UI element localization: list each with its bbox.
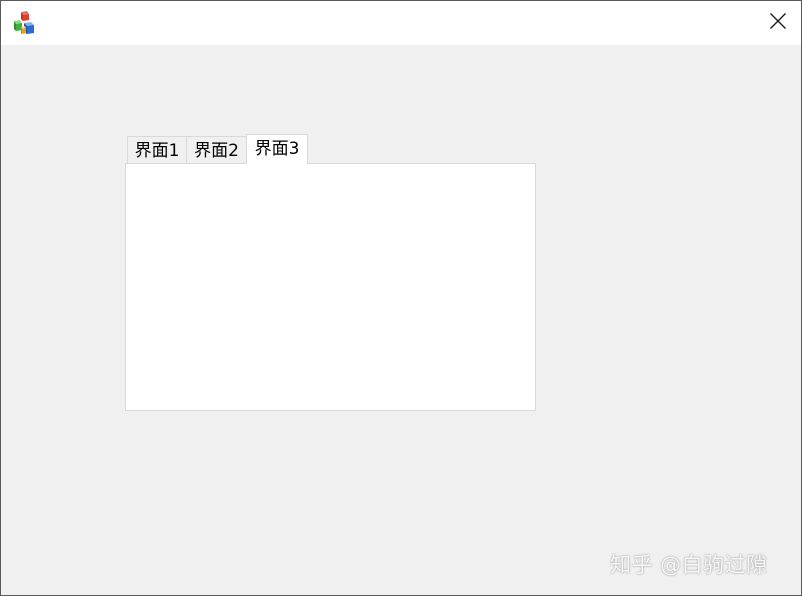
tab-1[interactable]: 界面1 [127, 136, 187, 163]
tab-3[interactable]: 界面3 [246, 134, 308, 164]
tab-2[interactable]: 界面2 [186, 136, 247, 163]
close-button[interactable] [755, 1, 801, 45]
tab-2-label: 界面2 [194, 140, 239, 161]
close-icon [769, 12, 787, 34]
tab-content-pane [125, 163, 536, 411]
tab-bar: 界面1 界面2 界面3 [125, 133, 536, 164]
client-area: 界面1 界面2 界面3 [1, 45, 801, 595]
tab-1-label: 界面1 [134, 140, 180, 161]
colored-cubes-icon [12, 11, 38, 37]
tab-widget: 界面1 界面2 界面3 [125, 133, 536, 411]
title-bar[interactable] [1, 1, 801, 45]
tab-3-label: 界面3 [254, 139, 300, 159]
main-window: 界面1 界面2 界面3 [0, 0, 802, 596]
watermark-text: 知乎 @白驹过隙 [610, 553, 768, 577]
